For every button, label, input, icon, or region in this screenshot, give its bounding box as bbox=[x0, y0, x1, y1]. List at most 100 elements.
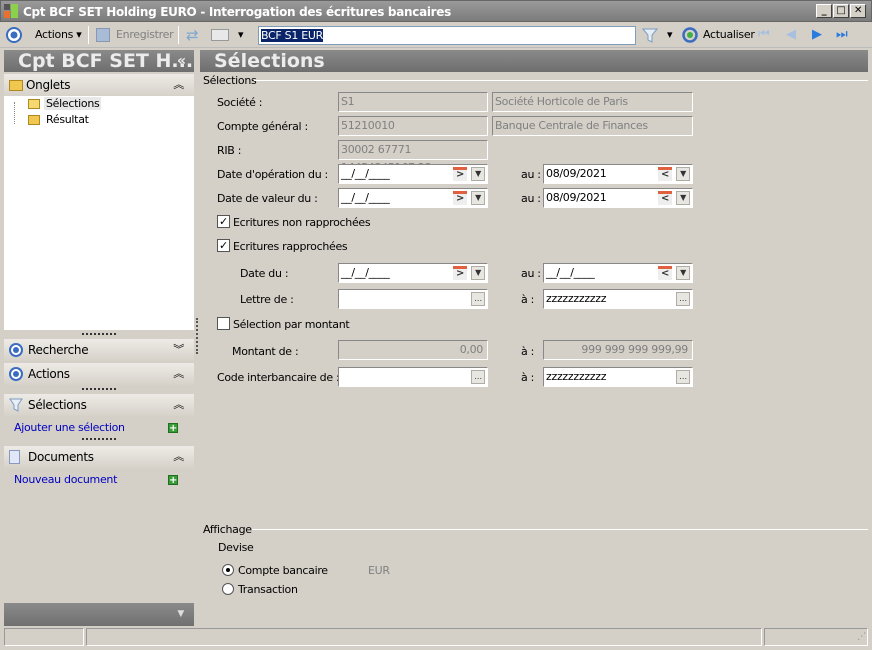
print-icon[interactable] bbox=[211, 29, 229, 41]
refresh-button[interactable]: Actualiser bbox=[703, 22, 755, 48]
query-combo[interactable]: BCF S1 EUR bbox=[258, 26, 636, 45]
add-icon[interactable]: + bbox=[168, 475, 178, 486]
splitter-grip[interactable] bbox=[82, 333, 116, 335]
calendar-icon[interactable]: > bbox=[453, 167, 467, 181]
actions-section-header[interactable]: Actions ︽ bbox=[4, 363, 194, 385]
date-op-to-field[interactable]: 08/09/2021 < ▼ bbox=[543, 164, 693, 184]
date-du-from-field[interactable]: __/__/____ > ▼ bbox=[338, 263, 488, 283]
last-record-icon[interactable]: ⏭ bbox=[836, 22, 848, 48]
tabs-section-header[interactable]: Onglets ︽ bbox=[4, 74, 194, 96]
date-val-to-field[interactable]: 08/09/2021 < ▼ bbox=[543, 188, 693, 208]
expand-chevron-icon[interactable]: ︾ bbox=[173, 339, 184, 361]
tree-item-selections[interactable]: Sélections bbox=[44, 97, 102, 110]
ellipsis-icon[interactable]: … bbox=[676, 292, 690, 306]
actions-menu-button[interactable]: Actions ▾ bbox=[35, 22, 82, 48]
group-line bbox=[252, 529, 868, 530]
code-interb-from-field[interactable]: … bbox=[338, 367, 488, 387]
non-rapprochees-checkbox[interactable]: ✓ bbox=[217, 215, 230, 228]
devise-label: Devise bbox=[218, 541, 254, 554]
prev-record-icon[interactable]: ◀ bbox=[786, 22, 796, 48]
add-icon[interactable]: + bbox=[168, 423, 178, 434]
societe-code-field: S1 bbox=[338, 92, 488, 112]
societe-label: Société : bbox=[217, 96, 263, 109]
transaction-radio[interactable] bbox=[222, 583, 234, 595]
lettre-from-field[interactable]: … bbox=[338, 289, 488, 309]
panel-overflow-button[interactable]: ▼ bbox=[4, 603, 194, 626]
compte-bancaire-radio[interactable] bbox=[222, 564, 234, 576]
collapse-chevron-icon[interactable]: ︽ bbox=[173, 74, 184, 96]
group-label: Sélections bbox=[203, 74, 257, 87]
rapprochees-checkbox[interactable]: ✓ bbox=[217, 239, 230, 252]
dropdown-icon[interactable]: ▼ bbox=[676, 266, 690, 280]
calendar-icon[interactable]: > bbox=[453, 266, 467, 280]
date-op-from-field[interactable]: __/__/____ > ▼ bbox=[338, 164, 488, 184]
next-record-icon[interactable]: ▶ bbox=[812, 22, 822, 48]
par-montant-label: Sélection par montant bbox=[233, 318, 350, 331]
collapse-panel-button[interactable]: « bbox=[177, 50, 186, 72]
page-title: Sélections bbox=[200, 50, 868, 72]
dropdown-icon[interactable]: ▼ bbox=[471, 266, 485, 280]
close-button[interactable]: ✕ bbox=[850, 4, 866, 18]
calendar-icon[interactable]: < bbox=[658, 191, 672, 205]
calendar-icon[interactable]: < bbox=[658, 266, 672, 280]
calendar-icon[interactable]: > bbox=[453, 191, 467, 205]
resize-grip-icon[interactable]: ⋰ bbox=[857, 632, 866, 642]
status-pane bbox=[4, 628, 84, 646]
currency-value: EUR bbox=[368, 564, 390, 577]
actions-circle-icon bbox=[6, 27, 22, 43]
window-title: Cpt BCF SET Holding EURO - Interrogation… bbox=[23, 5, 451, 19]
lettre-label: Lettre de : bbox=[240, 293, 294, 306]
left-panel-header: Cpt BCF SET H... « bbox=[4, 50, 194, 72]
date-op-label: Date d'opération du : bbox=[217, 168, 328, 181]
calendar-icon[interactable]: < bbox=[658, 167, 672, 181]
par-montant-checkbox[interactable] bbox=[217, 317, 230, 330]
code-interb-to-field[interactable]: zzzzzzzzzzz… bbox=[543, 367, 693, 387]
ellipsis-icon[interactable]: … bbox=[676, 370, 690, 384]
dropdown-icon[interactable]: ▼ bbox=[471, 191, 485, 205]
tabs-tree: Sélections Résultat bbox=[4, 96, 194, 330]
dropdown-icon[interactable]: ▼ bbox=[676, 191, 690, 205]
add-selection-link[interactable]: Ajouter une sélection bbox=[14, 421, 125, 434]
ellipsis-icon[interactable]: … bbox=[471, 370, 485, 384]
first-record-icon[interactable]: ⏮ bbox=[758, 22, 770, 48]
minimize-button[interactable]: _ bbox=[816, 4, 832, 18]
app-logo-icon bbox=[4, 4, 18, 18]
print-dropdown-icon[interactable]: ▾ bbox=[238, 22, 244, 48]
selections-section-header[interactable]: Sélections ︽ bbox=[4, 394, 194, 416]
search-circle-icon bbox=[9, 343, 23, 357]
separator bbox=[178, 26, 179, 44]
ellipsis-icon[interactable]: … bbox=[471, 292, 485, 306]
documents-section-header[interactable]: Documents ︽ bbox=[4, 446, 194, 468]
dropdown-icon[interactable]: ▼ bbox=[471, 167, 485, 181]
rib-field: 30002 67771 14454345167 23 bbox=[338, 140, 488, 174]
actions-circle-icon bbox=[9, 367, 23, 381]
date-val-from-field[interactable]: __/__/____ > ▼ bbox=[338, 188, 488, 208]
a-label: à : bbox=[521, 371, 535, 384]
splitter-grip[interactable] bbox=[82, 388, 116, 390]
lettre-to-field[interactable]: zzzzzzzzzzz… bbox=[543, 289, 693, 309]
vertical-splitter[interactable] bbox=[196, 318, 198, 354]
compte-label: Compte général : bbox=[217, 120, 308, 133]
separator bbox=[88, 26, 89, 44]
folder-icon bbox=[28, 115, 40, 125]
new-document-link[interactable]: Nouveau document bbox=[14, 473, 117, 486]
montant-to-field: 999 999 999 999,99 bbox=[543, 340, 693, 360]
save-button[interactable]: Enregistrer bbox=[116, 22, 174, 48]
compte-name-field: Banque Centrale de Finances bbox=[492, 116, 693, 136]
filter-icon[interactable] bbox=[642, 27, 658, 43]
recherche-section-header[interactable]: Recherche ︾ bbox=[4, 339, 194, 361]
date-du-to-field[interactable]: __/__/____ < ▼ bbox=[543, 263, 693, 283]
title-bar: Cpt BCF SET Holding EURO - Interrogation… bbox=[0, 0, 872, 22]
filter-dropdown-icon[interactable]: ▾ bbox=[667, 22, 673, 48]
maximize-button[interactable]: □ bbox=[833, 4, 849, 18]
tree-item-resultat[interactable]: Résultat bbox=[46, 113, 89, 126]
code-interbancaire-label: Code interbancaire de : bbox=[217, 371, 340, 384]
collapse-chevron-icon[interactable]: ︽ bbox=[173, 446, 184, 468]
sync-icon[interactable]: ⇄ bbox=[186, 22, 199, 48]
collapse-chevron-icon[interactable]: ︽ bbox=[173, 394, 184, 416]
dropdown-icon[interactable]: ▼ bbox=[676, 167, 690, 181]
splitter-grip[interactable] bbox=[82, 438, 116, 440]
rib-label: RIB : bbox=[217, 144, 242, 157]
collapse-chevron-icon[interactable]: ︽ bbox=[173, 363, 184, 385]
a-label: à : bbox=[521, 345, 535, 358]
